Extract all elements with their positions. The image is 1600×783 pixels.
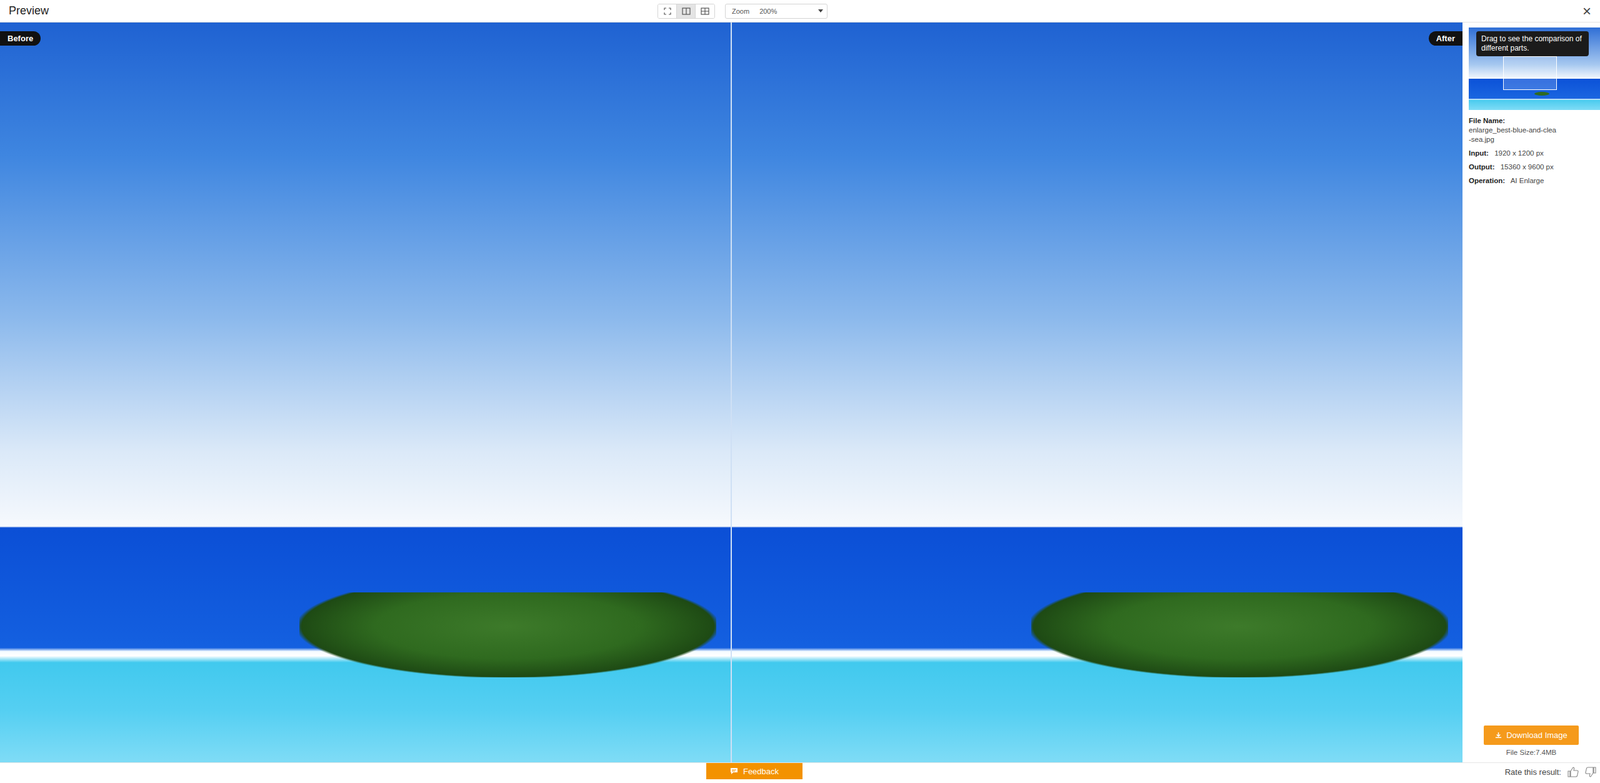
tooltip: Drag to see the comparison of different …: [1476, 31, 1589, 57]
zoom-control: Zoom 200%: [725, 3, 828, 19]
image-panel: After: [731, 22, 1463, 763]
view-toggle-group: [657, 3, 715, 19]
viewport-rectangle[interactable]: [1503, 56, 1557, 90]
comparison-view[interactable]: Before After: [0, 22, 1463, 763]
panel-badge: Before: [0, 31, 41, 46]
zoom-value: 200%: [759, 7, 777, 15]
download-icon: [1495, 731, 1502, 739]
file-info: File Name: enlarge_best-blue-and-clea-se…: [1468, 116, 1600, 186]
info-label: Output:: [1468, 163, 1495, 171]
info-value: 1920 x 1200 px: [1494, 149, 1544, 157]
zoom-label: Zoom: [731, 7, 750, 15]
toolbar: Zoom 200%: [657, 0, 828, 23]
info-row: Output: 15360 x 9600 px: [1468, 162, 1598, 172]
window-title: Preview: [8, 4, 49, 18]
info-row: File Name: enlarge_best-blue-and-clea-se…: [1468, 116, 1598, 145]
info-row: Operation: AI Enlarge: [1468, 176, 1598, 186]
photo: [0, 22, 731, 763]
info-row: Input: 1920 x 1200 px: [1468, 148, 1598, 159]
download-area: Download Image File Size:7.4MB: [1468, 725, 1600, 757]
view-toggle-button[interactable]: [695, 4, 715, 19]
chat-icon: [730, 767, 739, 775]
dropdown-arrow-icon: [818, 9, 824, 14]
view-toggle-button[interactable]: [676, 4, 696, 19]
split-view-icon: [681, 7, 691, 15]
island: [1031, 592, 1448, 678]
main-area: Before After Drag to see the comparison …: [0, 22, 1600, 763]
download-button[interactable]: Download Image: [1483, 725, 1579, 745]
preview-window: Preview Zoom 200% × Before After Drag to…: [0, 0, 1600, 783]
thumbs-down-icon[interactable]: [1585, 766, 1597, 778]
image-panel: Before: [0, 22, 732, 763]
feedback-button[interactable]: Feedback: [706, 763, 803, 780]
info-value: 15360 x 9600 px: [1500, 163, 1554, 171]
grid-view-icon: [700, 7, 710, 15]
rate-label: Rate this result:: [1505, 767, 1562, 777]
thumbs-up-icon[interactable]: [1567, 766, 1579, 778]
info-label: Input:: [1468, 149, 1489, 157]
info-label: Operation:: [1468, 176, 1505, 185]
photo: [731, 22, 1463, 763]
thumbnail-island: [1534, 91, 1550, 96]
info-value: -sea.jpg: [1468, 135, 1598, 145]
sidebar: Drag to see the comparison of different …: [1462, 22, 1600, 763]
island: [299, 592, 716, 678]
info-label: File Name:: [1468, 116, 1505, 125]
fit-view-icon: [663, 7, 672, 15]
panel-badge: After: [1428, 31, 1463, 46]
info-value: AI Enlarge: [1510, 176, 1545, 185]
footer: Feedback Rate this result:: [0, 762, 1600, 783]
info-value: enlarge_best-blue-and-clea: [1468, 126, 1557, 134]
view-toggle-button[interactable]: [658, 4, 677, 19]
zoom-select[interactable]: 200%: [759, 7, 824, 15]
file-size: File Size:7.4MB: [1506, 748, 1557, 757]
navigator-thumbnail[interactable]: Drag to see the comparison of different …: [1468, 27, 1600, 110]
top-bar: Preview Zoom 200% ×: [0, 0, 1600, 23]
close-button[interactable]: ×: [1580, 3, 1594, 19]
rating: Rate this result:: [1505, 763, 1600, 778]
